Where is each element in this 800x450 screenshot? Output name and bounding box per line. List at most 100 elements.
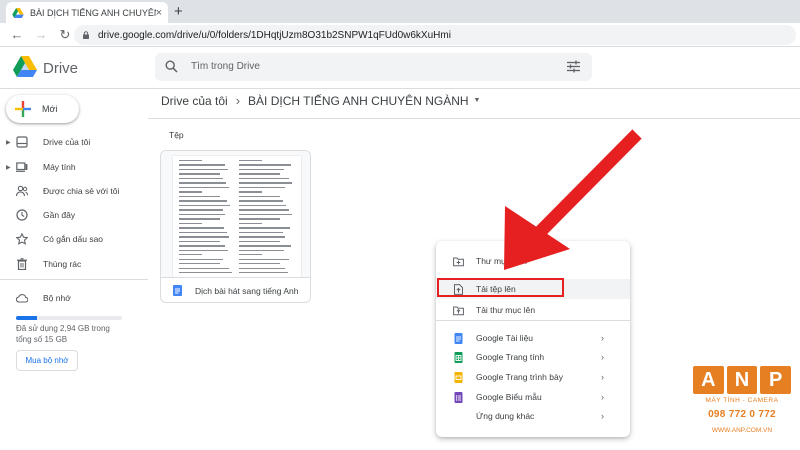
sidebar-item-storage[interactable]: Bộ nhớ	[0, 287, 148, 309]
preview-text-line	[239, 177, 290, 180]
preview-text-line	[239, 168, 284, 171]
menu-item-new-folder[interactable]: Thư mục mới	[436, 251, 630, 271]
sidebar-item-computers[interactable]: ▶ Máy tính	[0, 156, 148, 178]
preview-text-line	[179, 267, 229, 269]
search-bar[interactable]: Tìm trong Drive	[155, 53, 592, 81]
new-tab-button[interactable]: +	[174, 3, 183, 20]
my-drive-icon	[16, 136, 28, 148]
breadcrumb-root[interactable]: Drive của tôi	[161, 94, 228, 108]
google-forms-icon	[454, 391, 463, 403]
menu-item-more-apps[interactable]: Ứng dụng khác ›	[436, 406, 630, 426]
expand-caret-icon[interactable]: ▶	[6, 139, 11, 146]
preview-text-line	[179, 182, 226, 184]
preview-text-line	[179, 258, 224, 260]
menu-item-label: Google Biểu mẫu	[476, 392, 542, 402]
close-tab-icon[interactable]: ×	[156, 7, 162, 19]
menu-item-label: Tải thư mục lên	[476, 305, 536, 315]
sidebar-item-recent[interactable]: Gần đây	[0, 204, 148, 226]
sidebar-item-label: Gần đây	[43, 210, 76, 220]
sidebar-item-starred[interactable]: Có gắn dấu sao	[0, 228, 148, 250]
sidebar-item-label: Máy tính	[43, 162, 76, 172]
storage-progress-bar	[16, 316, 122, 320]
preview-text-line	[239, 240, 280, 243]
new-folder-icon	[453, 257, 464, 266]
url-text: drive.google.com/drive/u/0/folders/1DHqt…	[98, 29, 451, 41]
storage-usage-text: Đã sử dụng 2,94 GB trong tổng số 15 GB	[16, 324, 110, 344]
preview-text-line	[179, 245, 225, 247]
trash-icon	[17, 258, 27, 270]
preview-text-line	[239, 249, 284, 251]
preview-text-column	[179, 160, 237, 277]
preview-text-line	[239, 186, 285, 189]
watermark-letter: N	[726, 366, 758, 394]
drive-header: Drive Tìm trong Drive	[0, 47, 800, 89]
sidebar-item-my-drive[interactable]: ▶ Drive của tôi	[0, 131, 148, 153]
preview-text-line	[179, 236, 230, 238]
sidebar-item-shared[interactable]: Được chia sẻ với tôi	[0, 180, 148, 202]
sidebar-item-label: Drive của tôi	[43, 137, 91, 147]
file-name: Dịch bài hát sang tiếng Anh	[195, 285, 299, 296]
preview-text-line	[239, 222, 263, 225]
back-arrow-icon[interactable]: ←	[10, 27, 24, 42]
preview-text-line	[239, 182, 293, 184]
drive-brand-label[interactable]: Drive	[43, 60, 78, 77]
file-thumbnail	[161, 151, 310, 277]
sidebar-item-label: Thùng rác	[43, 259, 82, 269]
reload-icon[interactable]: ↻	[58, 27, 72, 43]
new-button[interactable]: Mới	[6, 95, 79, 123]
clock-icon	[16, 209, 28, 221]
watermark-letter: A	[693, 366, 724, 394]
file-card[interactable]: Dịch bài hát sang tiếng Anh	[160, 150, 311, 303]
preview-text-line	[179, 213, 226, 216]
preview-text-line	[239, 195, 280, 198]
preview-text-line	[179, 160, 203, 162]
preview-text-line	[179, 254, 203, 256]
preview-text-line	[239, 227, 291, 229]
preview-text-line	[239, 204, 286, 207]
menu-item-label: Thư mục mới	[476, 256, 527, 266]
preview-text-line	[239, 245, 292, 247]
preview-text-line	[239, 200, 284, 202]
storage-progress-fill	[16, 316, 37, 320]
browser-tab-bar: BÀI DỊCH TIẾNG ANH CHUYÊN N × +	[0, 0, 800, 23]
preview-text-line	[239, 160, 263, 162]
preview-text-line	[179, 164, 225, 166]
watermark-phone: 098 772 0 772	[708, 409, 776, 420]
new-item-context-menu: Thư mục mới Tải tệp lên Tải thư mục lên …	[436, 241, 630, 437]
sidebar-item-trash[interactable]: Thùng rác	[0, 253, 148, 275]
preview-text-line	[179, 186, 229, 189]
file-card-footer: Dịch bài hát sang tiếng Anh	[161, 277, 310, 302]
content-divider	[148, 118, 800, 119]
preview-text-line	[239, 236, 286, 238]
preview-text-line	[179, 173, 220, 175]
buy-storage-button[interactable]: Mua bộ nhớ	[16, 350, 78, 371]
folder-upload-icon	[453, 306, 464, 315]
breadcrumb: Drive của tôi › BÀI DỊCH TIẾNG ANH CHUYÊ…	[161, 93, 480, 108]
lock-icon	[83, 31, 89, 39]
menu-item-google-sheets[interactable]: Google Trang tính ›	[436, 347, 630, 367]
url-field[interactable]: drive.google.com/drive/u/0/folders/1DHqt…	[74, 25, 796, 45]
preview-text-line	[239, 164, 292, 166]
preview-text-line	[179, 231, 227, 234]
preview-text-line	[179, 168, 228, 171]
menu-item-upload-folder[interactable]: Tải thư mục lên	[436, 300, 630, 320]
google-sheets-icon	[454, 351, 463, 363]
browser-tab[interactable]: BÀI DỊCH TIẾNG ANH CHUYÊN N ×	[6, 2, 168, 23]
menu-item-google-docs[interactable]: Google Tài liệu ›	[436, 328, 630, 348]
forward-arrow-icon[interactable]: →	[34, 27, 48, 42]
menu-item-google-forms[interactable]: Google Biểu mẫu ›	[436, 387, 630, 407]
search-icon[interactable]	[165, 60, 178, 73]
preview-text-line	[239, 218, 280, 220]
preview-text-line	[239, 263, 280, 265]
breadcrumb-current-folder[interactable]: BÀI DỊCH TIẾNG ANH CHUYÊN NGÀNH	[248, 94, 468, 108]
search-options-icon[interactable]	[567, 60, 580, 73]
shared-icon	[16, 185, 28, 197]
folder-dropdown-icon[interactable]: ▼	[474, 97, 481, 104]
preview-text-line	[179, 200, 228, 202]
google-docs-file-icon	[173, 285, 182, 296]
menu-item-label: Ứng dụng khác	[476, 411, 535, 421]
menu-item-google-slides[interactable]: Google Trang trình bày ›	[436, 367, 630, 387]
watermark-tagline: MÁY TÍNH - CAMERA	[705, 397, 779, 404]
google-drive-logo-icon[interactable]	[13, 56, 37, 77]
expand-caret-icon[interactable]: ▶	[6, 164, 11, 171]
